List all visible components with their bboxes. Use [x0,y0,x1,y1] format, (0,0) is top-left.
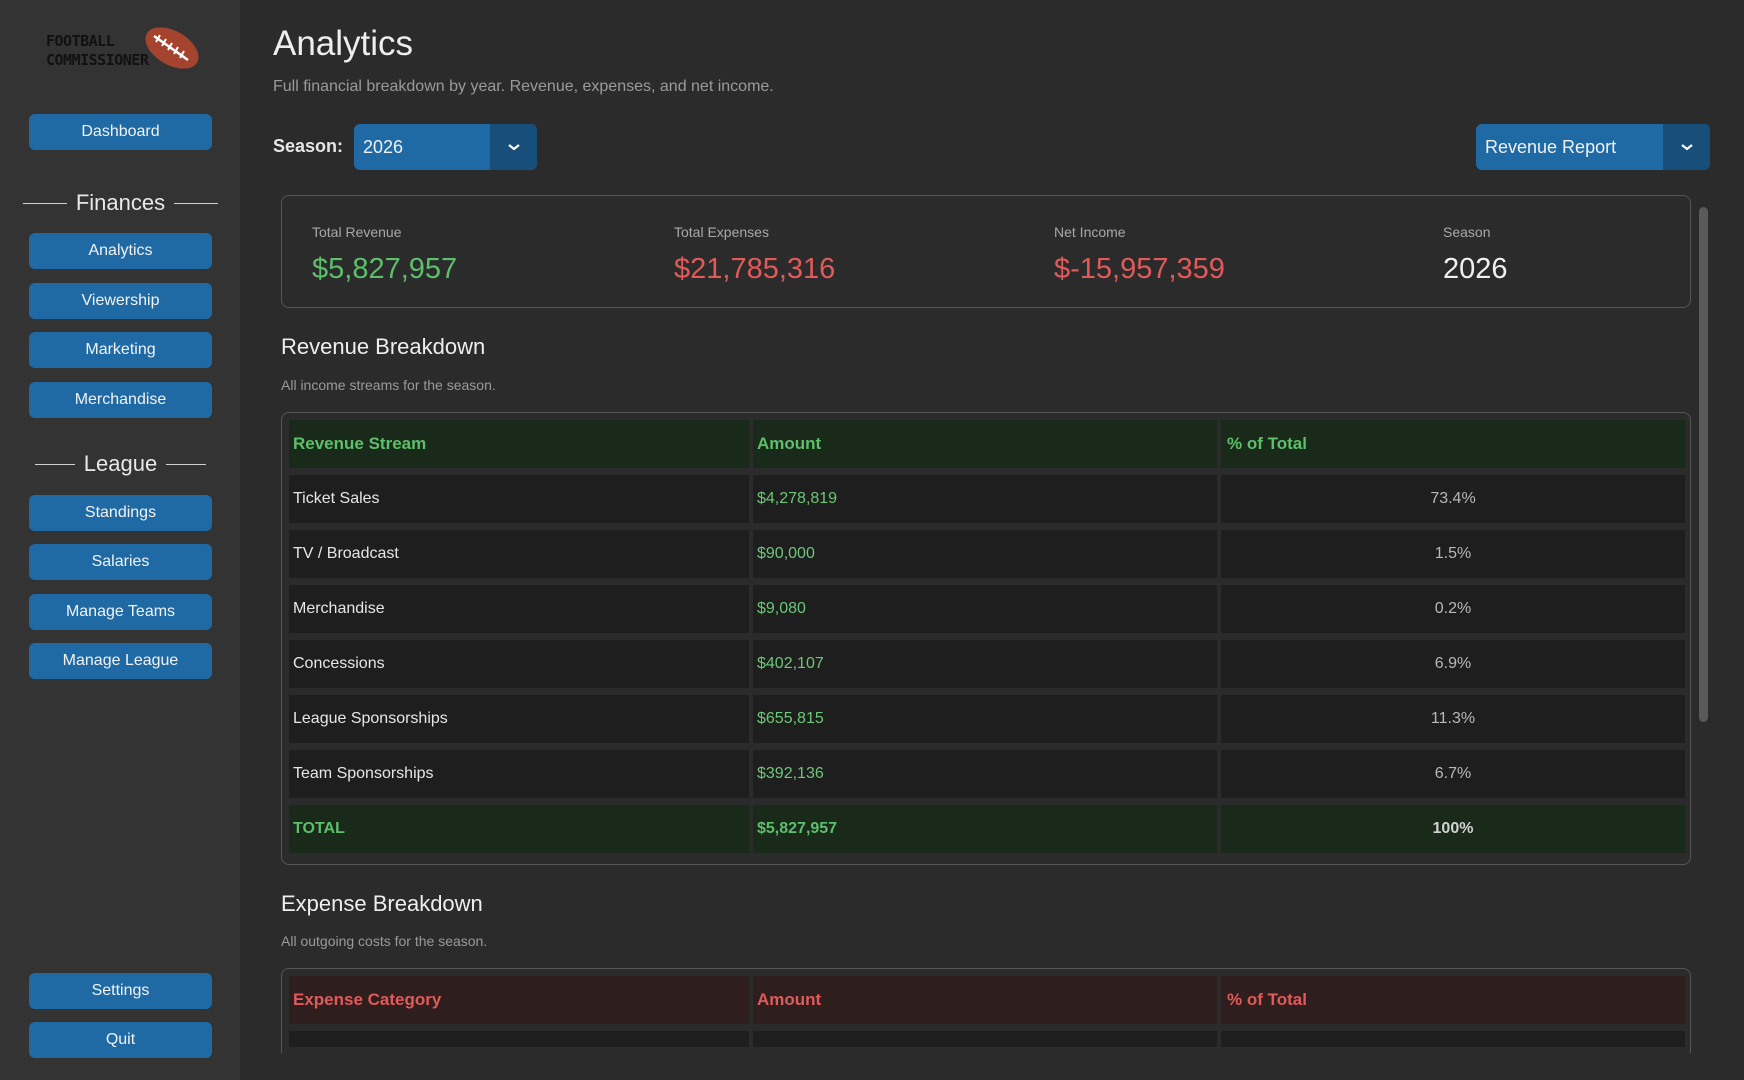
summary-card: Total Revenue $5,827,957 Total Expenses … [281,195,1691,308]
expense-table: Expense Category Amount % of Total [281,968,1691,1053]
league-heading-label: League [83,451,158,476]
nav-manage-teams-button[interactable]: Manage Teams [29,594,212,630]
nav-manage-league-button[interactable]: Manage League [29,643,212,679]
nav-salaries-button[interactable]: Salaries [29,544,212,580]
total-expenses-stat: Total Expenses $21,785,316 [674,224,835,286]
nav-settings-button[interactable]: Settings [29,973,212,1009]
table-row [289,1031,1685,1047]
nav-viewership-button[interactable]: Viewership [29,283,212,319]
season-stat-label: Season [1443,224,1491,240]
nav-dashboard-button[interactable]: Dashboard [29,114,212,150]
sidebar: FOOTBALL COMMISSIONER Dashboard Finances… [0,0,240,1080]
revenue-percent: 11.3% [1221,695,1685,743]
finances-section-heading: Finances [22,188,219,218]
football-icon [145,27,199,69]
main-content: Analytics Full financial breakdown by ye… [240,0,1744,1080]
league-section-heading: League [26,449,215,479]
table-row: Ticket Sales $4,278,819 73.4% [289,475,1685,523]
table-row: Team Sponsorships $392,136 6.7% [289,750,1685,798]
revenue-percent: 0.2% [1221,585,1685,633]
revenue-total-label: TOTAL [289,805,749,853]
revenue-percent: 1.5% [1221,530,1685,578]
revenue-amount: $392,136 [753,750,1217,798]
table-row: Merchandise $9,080 0.2% [289,585,1685,633]
expense-section-title: Expense Breakdown [281,891,483,916]
total-expenses-label: Total Expenses [674,224,769,240]
total-revenue-value: $5,827,957 [312,253,458,285]
season-stat: Season 2026 [1443,224,1508,286]
nav-standings-button[interactable]: Standings [29,495,212,531]
nav-marketing-button[interactable]: Marketing [29,332,212,368]
total-revenue-stat: Total Revenue $5,827,957 [312,224,457,286]
revenue-stream-name: Concessions [289,640,749,688]
revenue-total-amount: $5,827,957 [753,805,1217,853]
revenue-percent: 6.9% [1221,640,1685,688]
revenue-section-subtitle: All income streams for the season. [281,377,496,393]
expense-table-header: Expense Category Amount % of Total [289,976,1685,1024]
revenue-stream-name: League Sponsorships [289,695,749,743]
finances-heading-label: Finances [75,190,166,215]
total-expenses-value: $21,785,316 [674,253,836,285]
revenue-section-title: Revenue Breakdown [281,334,486,359]
page-title: Analytics [273,24,414,63]
revenue-stream-name: Ticket Sales [289,475,749,523]
report-type-value: Revenue Report [1485,136,1617,157]
app-logo: FOOTBALL COMMISSIONER [46,26,199,80]
revenue-total-row: TOTAL $5,827,957 100% [289,805,1685,853]
revenue-amount: $402,107 [753,640,1217,688]
nav-analytics-button[interactable]: Analytics [29,233,212,269]
logo-line-1: FOOTBALL [46,32,115,50]
expense-header-percent: % of Total [1221,976,1685,1024]
report-type-dropdown[interactable]: Revenue Report [1476,124,1710,170]
revenue-header-stream: Revenue Stream [289,420,749,468]
expense-header-category: Expense Category [289,976,749,1024]
scrollbar[interactable] [1699,207,1708,722]
season-dropdown-value: 2026 [363,136,404,157]
revenue-amount: $9,080 [753,585,1217,633]
chevron-down-icon [507,144,520,151]
revenue-table-header: Revenue Stream Amount % of Total [289,420,1685,468]
logo-line-2: COMMISSIONER [46,51,149,69]
net-income-stat: Net Income $-15,957,359 [1054,224,1225,286]
nav-merchandise-button[interactable]: Merchandise [29,382,212,418]
season-stat-value: 2026 [1443,253,1508,285]
season-dropdown-arrow[interactable] [490,124,537,170]
page-subtitle: Full financial breakdown by year. Revenu… [273,78,774,95]
revenue-stream-name: Merchandise [289,585,749,633]
revenue-amount: $655,815 [753,695,1217,743]
revenue-table: Revenue Stream Amount % of Total Ticket … [281,412,1691,865]
revenue-amount: $90,000 [753,530,1217,578]
revenue-percent: 73.4% [1221,475,1685,523]
revenue-stream-name: TV / Broadcast [289,530,749,578]
revenue-stream-name: Team Sponsorships [289,750,749,798]
revenue-header-amount: Amount [753,420,1217,468]
table-row: TV / Broadcast $90,000 1.5% [289,530,1685,578]
expense-section-subtitle: All outgoing costs for the season. [281,933,488,949]
season-label: Season: [273,136,344,156]
expense-header-amount: Amount [753,976,1217,1024]
revenue-amount: $4,278,819 [753,475,1217,523]
revenue-total-percent: 100% [1221,805,1685,853]
revenue-header-percent: % of Total [1221,420,1685,468]
table-row: League Sponsorships $655,815 11.3% [289,695,1685,743]
nav-quit-button[interactable]: Quit [29,1022,212,1058]
net-income-label: Net Income [1054,224,1126,240]
revenue-percent: 6.7% [1221,750,1685,798]
season-dropdown[interactable]: 2026 [354,124,537,170]
table-row: Concessions $402,107 6.9% [289,640,1685,688]
total-revenue-label: Total Revenue [312,224,402,240]
report-type-arrow[interactable] [1663,124,1710,170]
chevron-down-icon [1680,144,1693,151]
net-income-value: $-15,957,359 [1054,253,1225,285]
